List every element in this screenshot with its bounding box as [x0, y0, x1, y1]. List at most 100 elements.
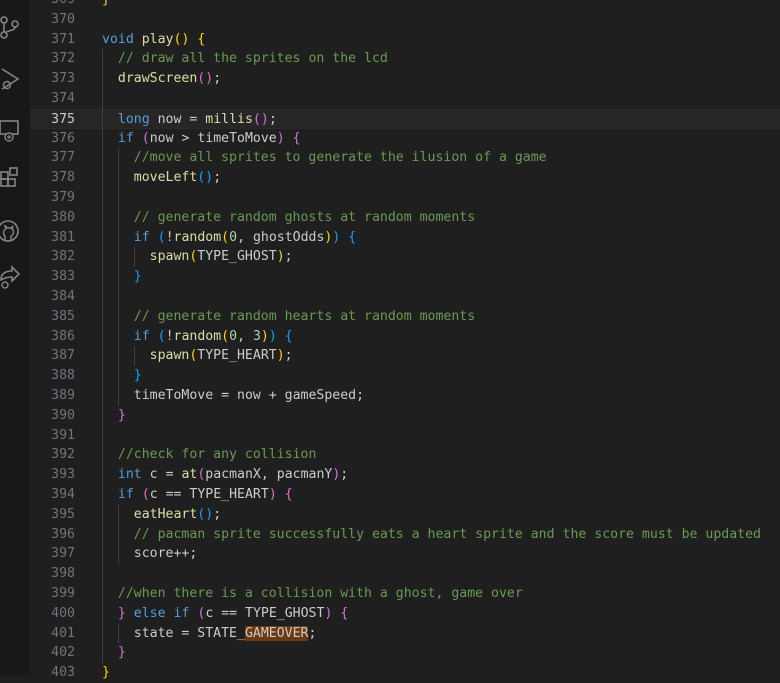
indent-guide [102, 544, 103, 565]
line-number: 402 [51, 645, 75, 661]
code-text: moveLeft(); [133, 170, 222, 186]
code-text: int c = at(pacmanX, pacmanY); [117, 467, 349, 483]
code-line[interactable]: 373 drawScreen(); [30, 69, 780, 89]
code-line[interactable]: 370 [30, 10, 780, 30]
code-text: eatHeart(); [133, 506, 222, 522]
indent-guide [102, 207, 103, 228]
activity-bar [0, 0, 30, 675]
code-line[interactable]: 397 score++; [30, 544, 780, 564]
code-line[interactable]: 386 if (!random(0, 3)) { [30, 327, 780, 347]
indent-guide [102, 267, 103, 287]
github-icon[interactable] [0, 218, 24, 244]
indent-guide [102, 148, 103, 169]
indent-guide [102, 386, 103, 406]
code-line[interactable]: 387 spawn(TYPE_HEART); [30, 346, 780, 366]
indent-guide [117, 623, 119, 644]
source-control-icon[interactable] [0, 14, 24, 40]
code-line[interactable]: 371 void play() { [30, 30, 780, 50]
indent-guide [102, 643, 103, 664]
code-line[interactable]: 398 [30, 564, 780, 584]
code-line[interactable]: 381 if (!random(0, ghostOdds)) { [30, 228, 780, 248]
code-line[interactable]: 383 } [30, 267, 780, 287]
indent-guide [117, 148, 119, 169]
code-line[interactable]: 392 //check for any collision [30, 445, 780, 465]
indent-guide [102, 108, 103, 129]
line-number: 391 [51, 427, 75, 443]
line-number: 401 [51, 625, 75, 641]
code-text: // generate random hearts at random mome… [133, 308, 476, 324]
code-line[interactable]: 400 } else if (c == TYPE_GHOST) { [30, 604, 780, 624]
code-line[interactable]: 395 eatHeart(); [30, 505, 780, 525]
indent-guide [102, 366, 103, 386]
line-number: 381 [51, 229, 75, 245]
line-number: 396 [51, 526, 75, 542]
line-number: 387 [51, 348, 75, 364]
indent-guide [117, 168, 119, 188]
line-number: 373 [51, 71, 75, 87]
line-number: 403 [51, 665, 75, 681]
code-line[interactable]: 379 [30, 188, 780, 208]
code-line[interactable]: 384 [30, 287, 780, 307]
indent-guide [102, 326, 103, 347]
code-line[interactable]: 402 } [30, 643, 780, 663]
code-text: } else if (c == TYPE_GHOST) { [117, 605, 349, 621]
code-line[interactable]: 403} [30, 663, 780, 683]
code-line[interactable]: 376 if (now > timeToMove) { [30, 129, 780, 149]
code-text: } [102, 665, 110, 681]
code-line[interactable]: 385 // generate random hearts at random … [30, 307, 780, 327]
code-text: if (c == TYPE_HEART) { [117, 487, 293, 502]
indent-guide [102, 485, 103, 505]
indent-guide [117, 524, 119, 545]
indent-guide [102, 425, 103, 446]
code-editor[interactable]: 369}370371void play() {372 // draw all t… [30, 0, 780, 680]
code-text: // pacman sprite successfully eats a hea… [133, 526, 761, 542]
indent-guide [102, 227, 103, 248]
code-line[interactable]: 388 } [30, 366, 780, 386]
code-line[interactable]: 375 long now = millis(); [30, 108, 780, 129]
live-share-icon[interactable] [0, 264, 24, 290]
line-number: 376 [51, 130, 75, 146]
line-number: 375 [51, 111, 75, 127]
code-line[interactable]: 369} [30, 0, 780, 10]
code-text: score++; [133, 546, 198, 562]
code-line[interactable]: 399 //when there is a collision with a g… [30, 584, 780, 604]
indent-guide [117, 346, 119, 367]
line-number: 374 [51, 91, 75, 106]
extensions-icon[interactable] [0, 166, 24, 192]
indent-guide [102, 603, 103, 624]
code-line[interactable]: 401 state = STATE_GAMEOVER; [30, 624, 780, 644]
code-text: } [117, 407, 126, 423]
code-line[interactable]: 390 } [30, 406, 780, 426]
code-line[interactable]: 380 // generate random ghosts at random … [30, 208, 780, 228]
line-number: 385 [51, 308, 75, 324]
line-number: 377 [51, 150, 75, 166]
code-line[interactable]: 391 [30, 426, 780, 446]
code-line[interactable]: 389 timeToMove = now + gameSpeed; [30, 386, 780, 406]
line-number: 398 [51, 566, 75, 582]
indent-guide [102, 287, 103, 307]
line-number: 392 [51, 447, 75, 463]
code-line[interactable]: 378 moveLeft(); [30, 168, 780, 188]
code-text: void play() { [102, 31, 206, 47]
indent-guide [117, 326, 119, 347]
line-number: 369 [30, 0, 75, 10]
indent-guide [117, 227, 119, 248]
code-line[interactable]: 394 if (c == TYPE_HEART) { [30, 485, 780, 505]
code-line[interactable]: 377 //move all sprites to generate the i… [30, 148, 780, 168]
indent-guide [102, 188, 103, 208]
line-number: 397 [51, 546, 75, 562]
remote-explorer-icon[interactable] [0, 118, 24, 144]
code-line[interactable]: 372 // draw all the sprites on the lcd [30, 49, 780, 69]
indent-guide [102, 69, 103, 89]
code-line[interactable]: 396 // pacman sprite successfully eats a… [30, 525, 780, 545]
code-text: if (!random(0, ghostOdds)) { [133, 229, 357, 245]
code-line[interactable]: 374 [30, 89, 780, 109]
indent-guide [102, 49, 103, 70]
code-text: timeToMove = now + gameSpeed; [133, 388, 365, 403]
code-line[interactable]: 393 int c = at(pacmanX, pacmanY); [30, 465, 780, 485]
run-debug-icon[interactable] [0, 66, 24, 92]
code-line[interactable]: 382 spawn(TYPE_GHOST); [30, 247, 780, 267]
line-number: 383 [51, 269, 75, 285]
line-number: 384 [51, 289, 75, 304]
code-text: spawn(TYPE_HEART); [149, 348, 293, 364]
